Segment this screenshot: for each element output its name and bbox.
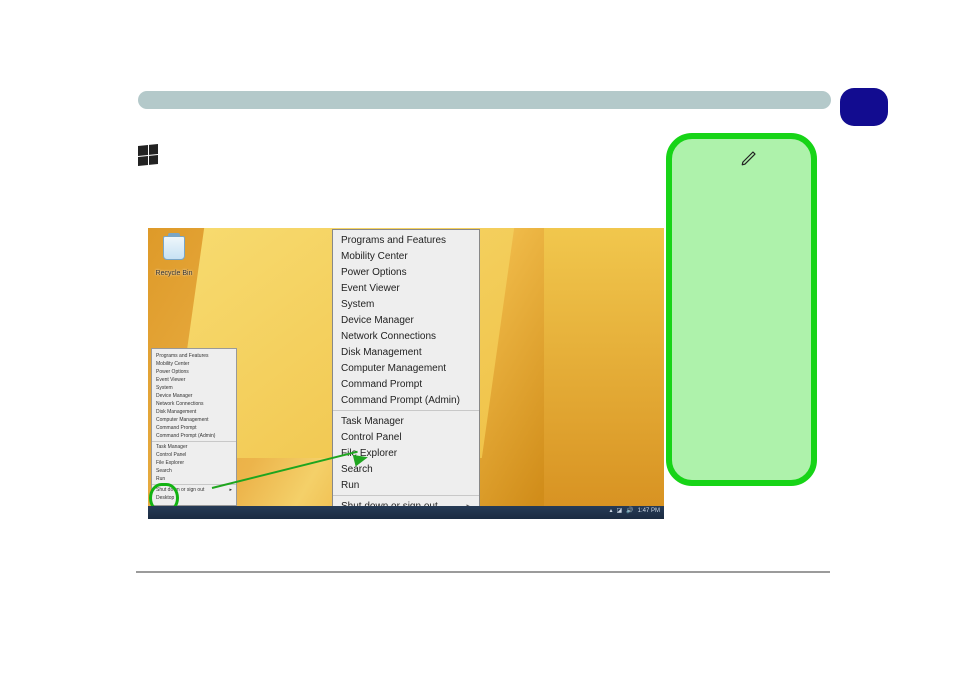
taskbar-clock[interactable]: 1:47 PM [638, 508, 660, 514]
screenshot-windows-desktop: Recycle Bin Programs and Features Mobili… [148, 228, 664, 519]
menu-item-device-manager[interactable]: Device Manager [333, 312, 479, 328]
menu-item-cmd[interactable]: Command Prompt [333, 376, 479, 392]
menu-separator [333, 410, 479, 411]
page-number-badge [840, 88, 888, 126]
menu-item[interactable]: Run [152, 475, 236, 483]
windows-logo-icon [138, 144, 158, 166]
tray-icon[interactable]: 🔊 [626, 507, 633, 514]
menu-separator [152, 441, 236, 442]
menu-item-system[interactable]: System [333, 296, 479, 312]
menu-item[interactable]: Control Panel [152, 451, 236, 459]
menu-item[interactable]: Power Options [152, 368, 236, 376]
menu-item-programs-features[interactable]: Programs and Features [333, 232, 479, 248]
menu-item-network-conn[interactable]: Network Connections [333, 328, 479, 344]
menu-item[interactable]: Command Prompt [152, 424, 236, 432]
recycle-bin[interactable]: Recycle Bin [154, 236, 194, 280]
pencil-icon [740, 149, 758, 172]
menu-item-mobility-center[interactable]: Mobility Center [333, 248, 479, 264]
menu-item[interactable]: System [152, 384, 236, 392]
menu-item-disk-mgmt[interactable]: Disk Management [333, 344, 479, 360]
system-tray[interactable]: ▴ ◪ 🔊 1:47 PM [609, 507, 660, 514]
winx-menu-large: Programs and Features Mobility Center Po… [332, 229, 480, 519]
menu-item-cmd-admin[interactable]: Command Prompt (Admin) [333, 392, 479, 408]
menu-item-power-options[interactable]: Power Options [333, 264, 479, 280]
taskbar[interactable]: ▴ ◪ 🔊 1:47 PM [148, 506, 664, 519]
menu-item[interactable]: Network Connections [152, 400, 236, 408]
menu-item[interactable]: Device Manager [152, 392, 236, 400]
footer-rule [136, 571, 830, 573]
menu-item-computer-mgmt[interactable]: Computer Management [333, 360, 479, 376]
note-panel [666, 133, 817, 486]
menu-item-run[interactable]: Run [333, 477, 479, 493]
menu-item[interactable]: Command Prompt (Admin) [152, 432, 236, 440]
menu-item[interactable]: Mobility Center [152, 360, 236, 368]
menu-item[interactable]: Disk Management [152, 408, 236, 416]
menu-item[interactable]: Computer Management [152, 416, 236, 424]
menu-item[interactable]: File Explorer [152, 459, 236, 467]
header-bar [138, 91, 831, 109]
menu-item-task-manager[interactable]: Task Manager [333, 413, 479, 429]
menu-item[interactable]: Task Manager [152, 443, 236, 451]
menu-item[interactable]: Event Viewer [152, 376, 236, 384]
menu-item-control-panel[interactable]: Control Panel [333, 429, 479, 445]
recycle-bin-label: Recycle Bin [156, 270, 193, 277]
recycle-bin-icon [163, 236, 185, 260]
menu-item-event-viewer[interactable]: Event Viewer [333, 280, 479, 296]
menu-separator [333, 495, 479, 496]
tray-icon[interactable]: ▴ [609, 507, 612, 514]
tray-icon[interactable]: ◪ [616, 507, 622, 514]
menu-item[interactable]: Search [152, 467, 236, 475]
menu-item[interactable]: Programs and Features [152, 352, 236, 360]
